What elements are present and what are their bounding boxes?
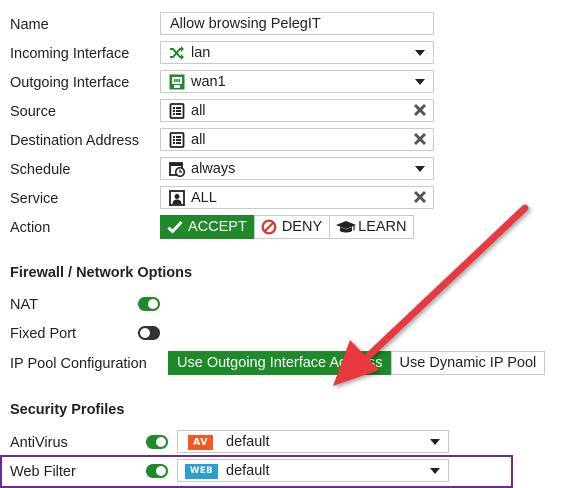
outgoing-interface-row: Outgoing Interface wan1 [0, 70, 582, 99]
action-label: Action [10, 220, 51, 236]
outgoing-interface-select[interactable]: wan1 [160, 70, 434, 93]
ip-pool-button-group: Use Outgoing Interface Address Use Dynam… [168, 351, 546, 375]
source-label: Source [10, 104, 56, 120]
chevron-down-icon[interactable] [430, 439, 440, 445]
ip-pool-label: IP Pool Configuration [10, 356, 147, 372]
destination-address-value: all [191, 132, 206, 148]
graduation-cap-icon [336, 221, 357, 233]
chevron-down-icon[interactable] [415, 50, 425, 56]
web-filter-highlight-box [0, 455, 513, 488]
destination-address-field[interactable]: all [160, 128, 434, 151]
source-field[interactable]: all [160, 99, 434, 122]
use-dynamic-ip-pool-label: Use Dynamic IP Pool [399, 355, 537, 371]
toggle-knob [156, 437, 166, 447]
av-badge: AV [188, 435, 214, 450]
accept-label: ACCEPT [188, 219, 247, 235]
network-port-icon [169, 74, 185, 90]
destination-address-row: Destination Address all [0, 128, 582, 157]
schedule-select[interactable]: always [160, 157, 434, 180]
nat-label: NAT [10, 297, 38, 313]
source-row: Source all [0, 99, 582, 128]
name-value: Allow browsing PelegIT [170, 16, 321, 32]
remove-icon[interactable] [413, 132, 427, 146]
address-list-icon [169, 132, 185, 148]
incoming-interface-row: Incoming Interface lan [0, 41, 582, 70]
schedule-label: Schedule [10, 162, 71, 178]
service-label: Service [10, 191, 59, 207]
deny-button[interactable]: DENY [253, 215, 331, 239]
antivirus-label: AntiVirus [10, 435, 68, 451]
security-profiles-title: Security Profiles [10, 402, 125, 418]
address-list-icon [169, 103, 185, 119]
deny-icon [261, 219, 277, 235]
name-row: Name Allow browsing PelegIT [0, 12, 582, 41]
action-button-group: ACCEPT DENY LEARN [160, 215, 415, 239]
fixed-port-toggle[interactable] [138, 326, 160, 340]
use-outgoing-interface-address-button[interactable]: Use Outgoing Interface Address [168, 351, 392, 375]
action-row: Action ACCEPT DENY LEARN [0, 215, 582, 244]
nat-row: NAT [0, 292, 582, 321]
service-row: Service ALL [0, 186, 582, 215]
service-field[interactable]: ALL [160, 186, 434, 209]
remove-icon[interactable] [413, 190, 427, 204]
deny-label: DENY [281, 219, 323, 235]
service-value: ALL [191, 190, 217, 206]
toggle-knob [148, 299, 158, 309]
nat-toggle[interactable] [138, 297, 160, 311]
firewall-options-title: Firewall / Network Options [10, 265, 193, 281]
use-dynamic-ip-pool-button[interactable]: Use Dynamic IP Pool [390, 351, 546, 375]
antivirus-profile-value: default [226, 434, 270, 450]
chevron-down-icon[interactable] [415, 79, 425, 85]
schedule-row: Schedule always [0, 157, 582, 186]
shuffle-icon [170, 46, 184, 60]
learn-button[interactable]: LEARN [329, 215, 415, 239]
ip-pool-row: IP Pool Configuration Use Outgoing Inter… [0, 351, 582, 380]
destination-address-label: Destination Address [10, 133, 139, 149]
accept-button[interactable]: ACCEPT [160, 215, 255, 239]
schedule-value: always [191, 161, 236, 177]
fixed-port-row: Fixed Port [0, 321, 582, 350]
service-icon [169, 190, 185, 206]
name-label: Name [10, 17, 49, 33]
name-input[interactable]: Allow browsing PelegIT [160, 12, 434, 35]
use-outgoing-interface-address-label: Use Outgoing Interface Address [177, 355, 383, 371]
check-icon [167, 220, 183, 234]
antivirus-profile-select[interactable]: AV default [177, 430, 449, 453]
antivirus-toggle[interactable] [146, 435, 168, 449]
calendar-clock-icon [169, 162, 185, 177]
toggle-knob [140, 328, 150, 338]
outgoing-interface-value: wan1 [191, 74, 226, 90]
source-value: all [191, 103, 206, 119]
remove-icon[interactable] [413, 103, 427, 117]
incoming-interface-label: Incoming Interface [10, 46, 130, 62]
fixed-port-label: Fixed Port [10, 326, 77, 342]
chevron-down-icon[interactable] [415, 166, 425, 172]
incoming-interface-select[interactable]: lan [160, 41, 434, 64]
outgoing-interface-label: Outgoing Interface [10, 75, 130, 91]
learn-label: LEARN [358, 219, 407, 235]
incoming-interface-value: lan [191, 45, 211, 61]
